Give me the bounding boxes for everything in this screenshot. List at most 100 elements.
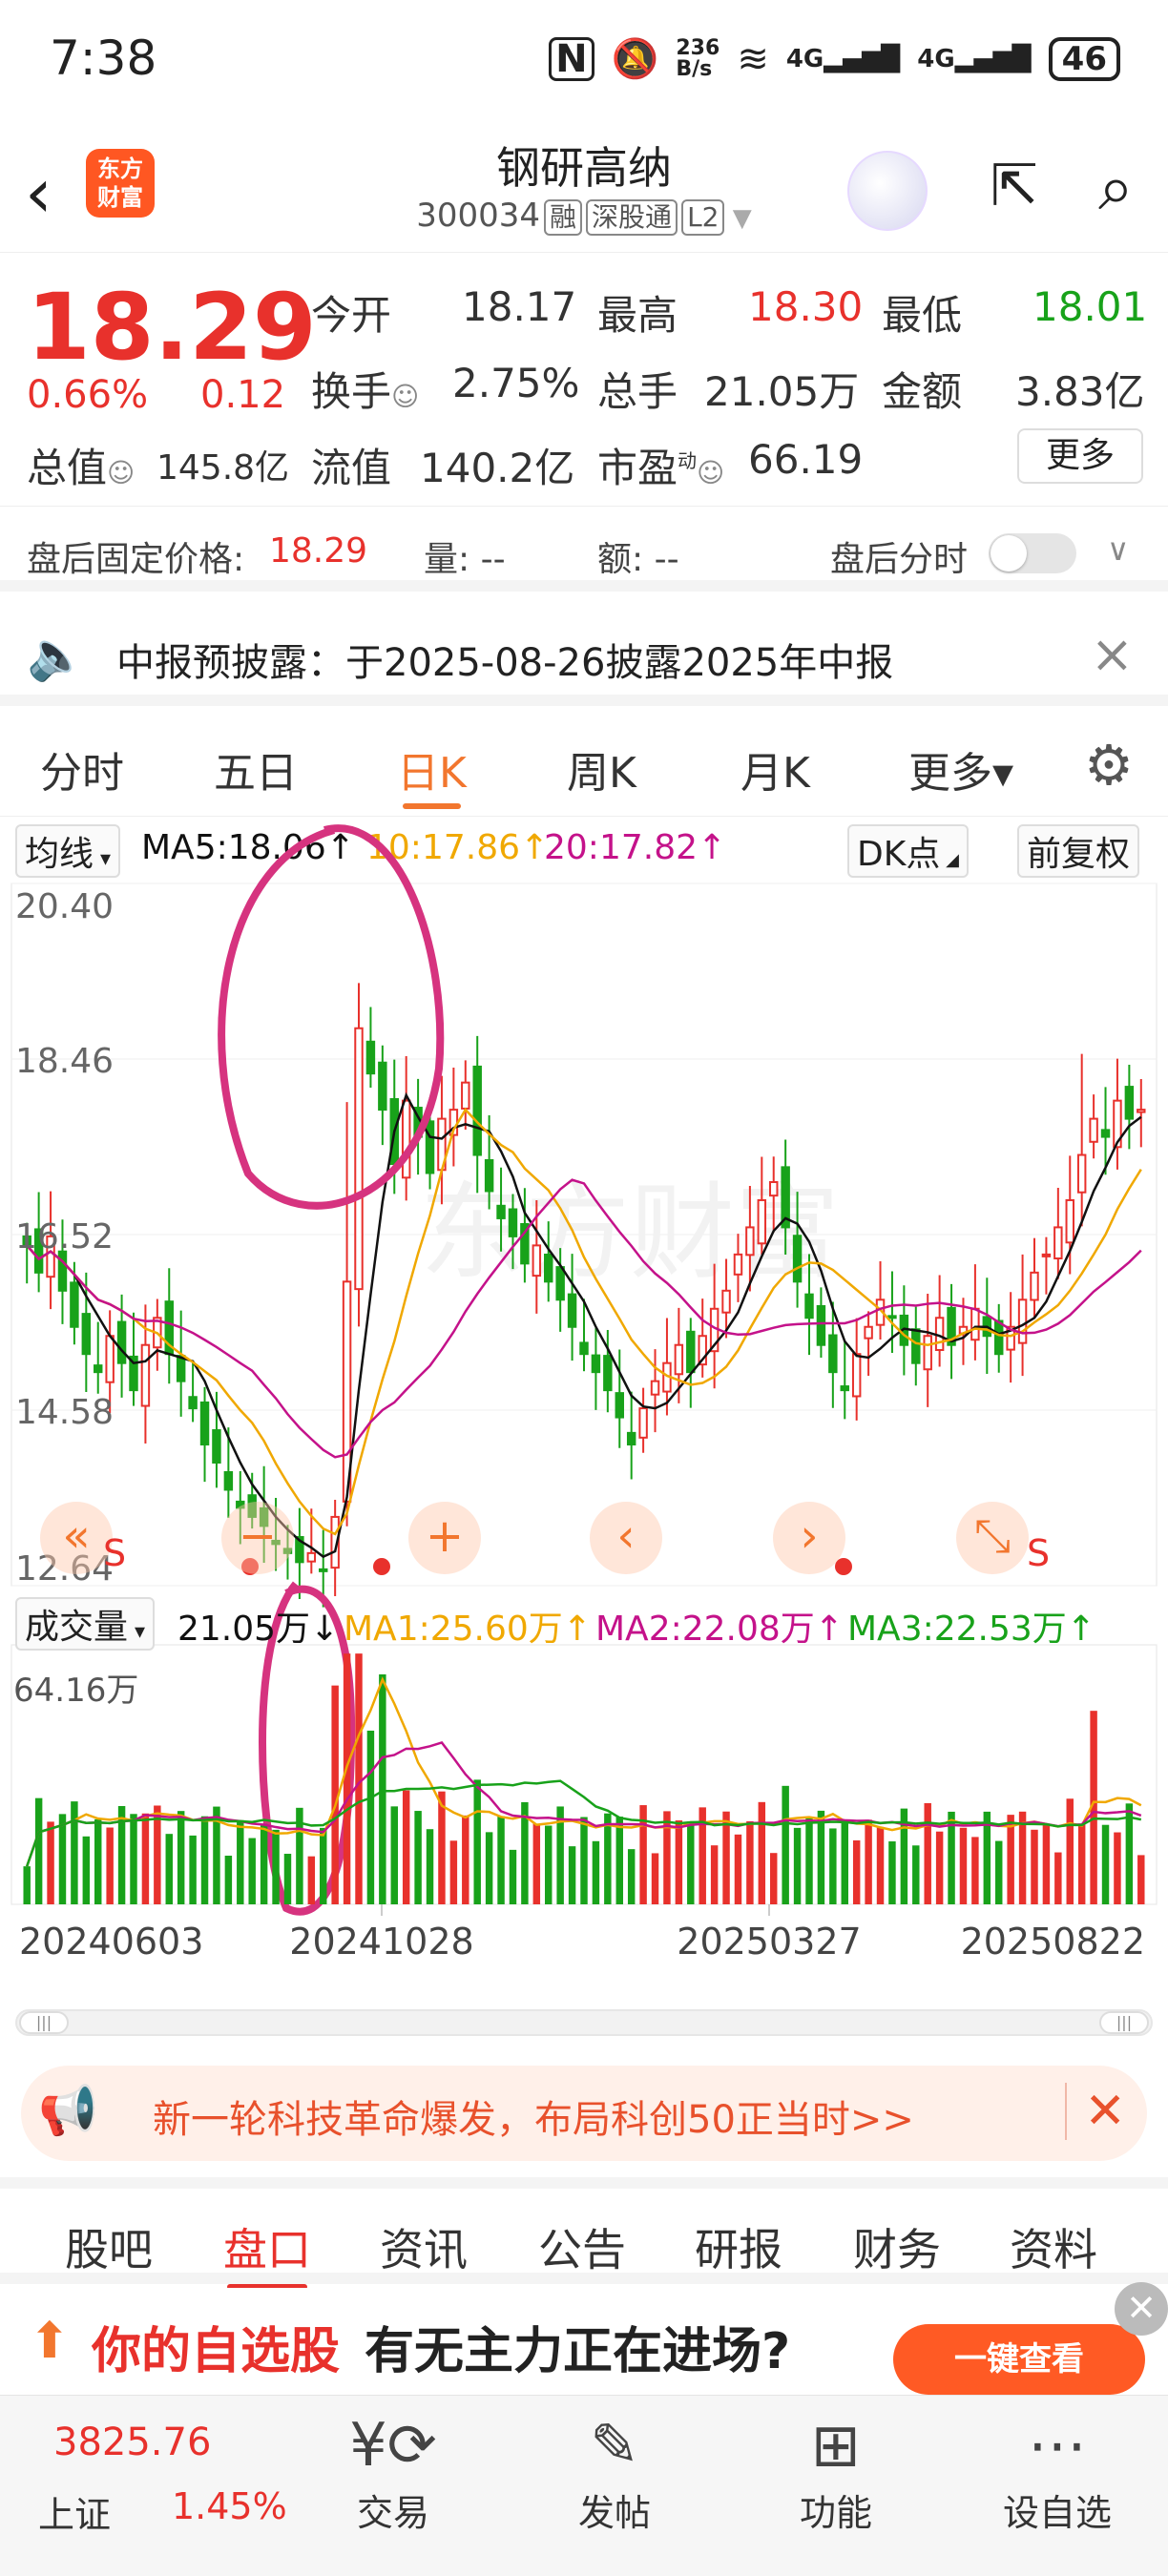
candle-body xyxy=(461,1081,470,1110)
x-tick-label: 20250327 xyxy=(677,1921,861,1963)
volume-bar xyxy=(1018,1811,1027,1904)
candle-body xyxy=(816,1304,826,1346)
nav-post[interactable]: ✎ 发帖 xyxy=(529,2407,700,2536)
candle-body xyxy=(851,1353,862,1398)
y-tick-label: 18.46 xyxy=(15,1042,114,1081)
volume-bar xyxy=(141,1813,150,1904)
candle-body xyxy=(140,1343,151,1407)
volume-bar xyxy=(865,1819,872,1904)
volume-bar xyxy=(651,1853,659,1904)
volume-select[interactable]: 成交量 ▾ xyxy=(15,1597,156,1651)
candle-body xyxy=(496,1204,506,1219)
tab-pankou[interactable]: 盘口 xyxy=(223,2215,311,2290)
volume-bar xyxy=(924,1802,931,1904)
index-value[interactable]: 3825.76 xyxy=(53,2420,211,2464)
volume-bar xyxy=(200,1816,209,1904)
edit-icon: ✎ xyxy=(590,2410,639,2480)
scroll-handle-left[interactable]: ||| xyxy=(19,2011,69,2034)
nav-add-watchlist[interactable]: ⋯ 设自选 xyxy=(971,2407,1143,2536)
volume-bar xyxy=(568,1846,576,1904)
grid-icon: ⊞ xyxy=(811,2410,861,2480)
volume-bar xyxy=(366,1730,375,1904)
tab-announcements[interactable]: 公告 xyxy=(538,2215,626,2278)
candle-body xyxy=(626,1431,636,1446)
candle-body xyxy=(532,1244,542,1278)
zoom-in-button[interactable]: + xyxy=(408,1502,481,1574)
volume-bar xyxy=(615,1817,623,1904)
candle-body xyxy=(603,1355,613,1392)
content-tabs: 股吧 盘口 资讯 公告 研报 财务 资料 xyxy=(0,2177,1168,2290)
volume-bar xyxy=(154,1805,161,1904)
tab-guba[interactable]: 股吧 xyxy=(65,2215,153,2278)
volume-bar xyxy=(580,1817,588,1904)
candle-body xyxy=(567,1293,577,1328)
volume-bar xyxy=(1114,1832,1121,1904)
volume-bar xyxy=(260,1823,268,1904)
watchlist-ad[interactable]: ⬆ 你的自选股 有无主力正在进场? 一键查看 ✕ xyxy=(0,2282,1168,2395)
volume-bar xyxy=(485,1832,493,1904)
zoom-out-button[interactable]: − xyxy=(221,1502,294,1574)
volume-legend: 成交量 ▾ 21.05万↓ MA1:25.60万↑ MA2:22.08万↑ MA… xyxy=(0,1593,1168,1651)
check-now-button[interactable]: 一键查看 xyxy=(893,2324,1145,2395)
volume-bar xyxy=(390,1806,398,1904)
tab-finance[interactable]: 财务 xyxy=(853,2215,941,2278)
candle-body xyxy=(1030,1271,1039,1301)
chart-scrollbar[interactable]: ||| ||| xyxy=(15,2009,1153,2036)
ad-text-highlight: 你的自选股 xyxy=(92,2323,341,2380)
candle-body xyxy=(579,1341,589,1356)
volume-bar xyxy=(283,1854,292,1904)
vol-ma2: MA2:22.08万↑ xyxy=(595,1610,844,1649)
volume-bar xyxy=(177,1811,185,1904)
candle-body xyxy=(116,1320,127,1364)
volume-bar xyxy=(426,1829,434,1904)
kline-chart[interactable]: 东方财富 20.4018.4616.5214.5812.64 20240603 2… xyxy=(0,0,1168,2004)
scroll-left-button[interactable]: ‹ xyxy=(590,1502,662,1574)
index-change[interactable]: 1.45% xyxy=(172,2485,287,2527)
volume-bar xyxy=(782,1785,789,1904)
volume-bar xyxy=(320,1827,327,1904)
volume-bar xyxy=(497,1816,505,1904)
nav-trade[interactable]: ¥⟳ 交易 xyxy=(307,2407,479,2536)
candle-body xyxy=(354,1027,364,1291)
tab-news[interactable]: 资讯 xyxy=(380,2215,468,2278)
close-icon[interactable]: ✕ xyxy=(1065,2083,1126,2140)
scroll-handle-right[interactable]: ||| xyxy=(1099,2011,1149,2034)
candle-body xyxy=(401,1099,411,1179)
candle-body xyxy=(319,1568,328,1572)
volume-bar xyxy=(1042,1823,1051,1904)
volume-bar xyxy=(734,1834,742,1904)
candle-body xyxy=(94,1364,103,1374)
nav-functions[interactable]: ⊞ 功能 xyxy=(750,2407,922,2536)
candle-body xyxy=(828,1334,838,1374)
candle-body xyxy=(911,1328,921,1364)
more-dots-icon: ⋯ xyxy=(1028,2410,1087,2480)
fullscreen-button[interactable]: ⤡ xyxy=(956,1502,1029,1574)
volume-bar xyxy=(47,1821,54,1904)
volume-bar xyxy=(462,1815,469,1904)
volume-bar xyxy=(379,1673,386,1904)
promo-text: 新一轮科技革命爆发，布局科创50正当时>> xyxy=(153,2098,914,2142)
volume-bar xyxy=(545,1825,553,1904)
candle-body xyxy=(1089,1117,1098,1143)
volume-bar xyxy=(758,1801,766,1904)
index-name[interactable]: 上证 xyxy=(38,2485,111,2538)
fast-back-button[interactable]: « xyxy=(40,1502,113,1574)
scroll-right-button[interactable]: › xyxy=(773,1502,845,1574)
candle-body xyxy=(378,1061,387,1111)
promo-banner[interactable]: 📢 新一轮科技革命爆发，布局科创50正当时>> ✕ xyxy=(21,2066,1147,2161)
volume-bar xyxy=(473,1779,481,1904)
candle-body xyxy=(1100,1129,1111,1138)
x-tick-label: 20240603 xyxy=(19,1921,203,1963)
volume-bar xyxy=(34,1797,43,1904)
signal-dot xyxy=(373,1558,390,1575)
volume-bar xyxy=(817,1810,825,1904)
candle-body xyxy=(864,1325,873,1340)
candle-body xyxy=(555,1266,565,1301)
tab-profile[interactable]: 资料 xyxy=(1010,2215,1097,2278)
y-tick-label: 16.52 xyxy=(15,1217,114,1257)
close-icon[interactable]: ✕ xyxy=(1115,2282,1168,2336)
volume-bar xyxy=(876,1826,885,1904)
volume-bar xyxy=(1077,1823,1086,1904)
x-tick-label: 20250822 xyxy=(961,1921,1145,1963)
tab-research[interactable]: 研报 xyxy=(695,2215,782,2278)
